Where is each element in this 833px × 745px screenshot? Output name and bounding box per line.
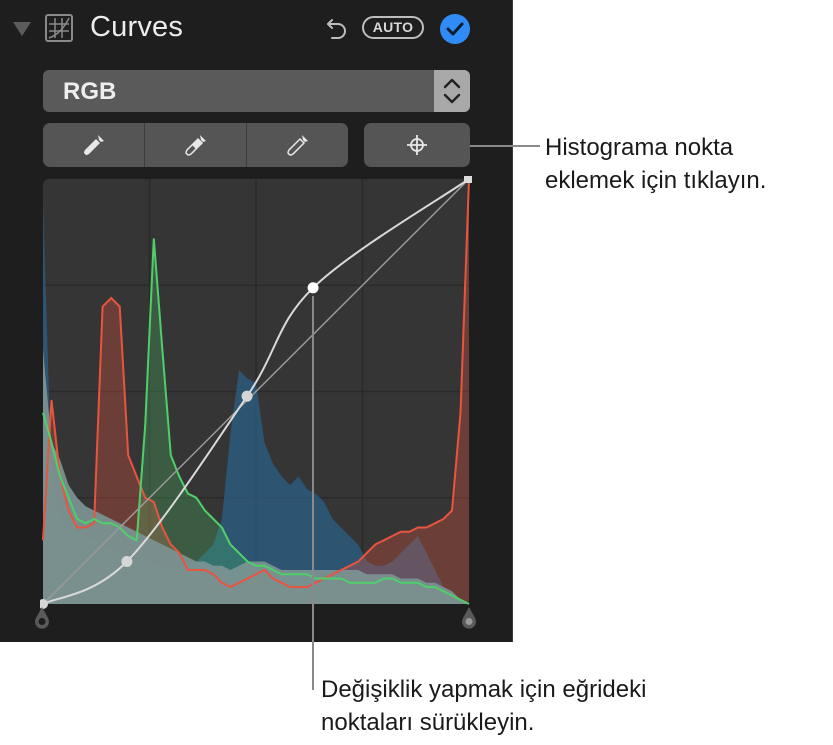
up-down-chevron-icon xyxy=(443,78,461,104)
enable-toggle-button[interactable] xyxy=(440,14,470,44)
select-stepper[interactable] xyxy=(434,70,470,112)
add-point-button[interactable] xyxy=(364,123,470,167)
add-point-callout-line2: eklemek için tıklayın. xyxy=(545,167,767,194)
black-point-eyedropper-button[interactable] xyxy=(43,123,145,167)
curves-header: Curves AUTO xyxy=(0,0,512,60)
drag-points-callout: Değişiklik yapmak için eğrideki noktalar… xyxy=(321,673,646,739)
drag-points-callout-line1: Değişiklik yapmak için eğrideki xyxy=(321,676,647,703)
eyedropper-outline-icon xyxy=(286,135,308,156)
drag-points-callout-line2: noktaları sürükleyin. xyxy=(321,709,535,736)
undo-arrow-icon[interactable] xyxy=(326,16,348,40)
disclosure-triangle-down-icon[interactable] xyxy=(13,22,31,36)
eyedropper-group xyxy=(43,123,348,167)
curves-panel: Curves AUTO RGB xyxy=(0,0,513,642)
add-point-leader-line xyxy=(470,145,540,147)
eyedropper-filled-icon xyxy=(83,135,104,155)
checkmark-icon xyxy=(446,22,464,36)
auto-button[interactable]: AUTO xyxy=(362,16,424,39)
drag-points-leader-line xyxy=(312,296,314,690)
eyedropper-half-icon xyxy=(184,135,206,156)
curve-control-point[interactable] xyxy=(307,282,319,294)
channel-select-value: RGB xyxy=(63,78,117,105)
gray-point-eyedropper-button[interactable] xyxy=(145,123,247,167)
curves-grid-icon xyxy=(45,14,73,42)
add-point-callout-line1: Histograma nokta xyxy=(545,134,734,161)
histogram-chart[interactable] xyxy=(40,176,474,616)
white-point-handle-icon[interactable] xyxy=(459,606,479,630)
crosshair-icon xyxy=(407,135,427,155)
add-point-callout: Histograma nokta eklemek için tıklayın. xyxy=(545,131,766,197)
histogram-curve-editor[interactable] xyxy=(40,176,474,616)
panel-title: Curves xyxy=(90,11,184,43)
channel-select[interactable]: RGB xyxy=(43,70,470,112)
curve-endpoint-handle[interactable] xyxy=(464,176,472,183)
curve-control-point[interactable] xyxy=(241,390,253,402)
curve-control-point[interactable] xyxy=(121,556,133,567)
white-point-eyedropper-button[interactable] xyxy=(247,123,348,167)
black-point-handle-icon[interactable] xyxy=(32,606,52,630)
